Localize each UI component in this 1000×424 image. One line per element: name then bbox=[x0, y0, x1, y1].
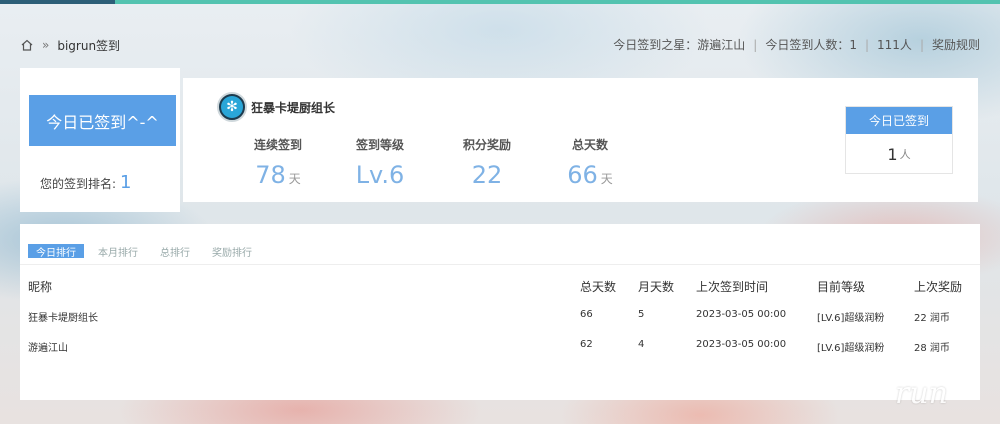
stat-label: 总天数 bbox=[571, 138, 608, 152]
home-icon[interactable] bbox=[20, 38, 34, 52]
column-header: 上次奖励 bbox=[914, 280, 963, 294]
breadcrumb: » bigrun签到 bbox=[20, 36, 120, 54]
user-stats-card: ✻ 狂暴卡堤厨组长 连续签到 78 天 签到等级 Lv.6 积分奖励 22 总天数… bbox=[183, 78, 978, 202]
cell-last-time: 2023-03-05 00:00 bbox=[696, 309, 787, 320]
cell-nickname[interactable]: 狂暴卡堤厨组长 bbox=[28, 309, 98, 324]
column-header: 昵称 bbox=[28, 280, 53, 294]
reward-rules-link[interactable]: 奖励规则 bbox=[932, 36, 980, 53]
tab-total[interactable]: 总排行 bbox=[152, 244, 198, 259]
cell-month-days: 5 bbox=[638, 309, 645, 320]
cell-last-time: 2023-03-05 00:00 bbox=[696, 339, 787, 350]
cell-level: [LV.6]超级润粉 bbox=[817, 313, 885, 324]
signed-today-button[interactable]: 今日已签到^-^ bbox=[29, 95, 176, 146]
top-links: 今日签到之星：游遍江山 | 今日签到人数：1 | 111人 | 奖励规则 bbox=[613, 36, 980, 53]
cell-level: [LV.6]超级润粉 bbox=[817, 343, 885, 354]
stat-label: 积分奖励 bbox=[462, 138, 511, 152]
breadcrumb-current[interactable]: bigrun签到 bbox=[57, 37, 120, 54]
snowflake-icon: ✻ bbox=[221, 96, 243, 118]
run-logo-watermark: run bbox=[895, 376, 948, 411]
stat-value: Lv.6 bbox=[355, 161, 405, 189]
tab-today[interactable]: 今日排行 bbox=[28, 244, 84, 259]
tab-reward[interactable]: 奖励排行 bbox=[204, 244, 260, 259]
column-header: 总天数 bbox=[580, 280, 617, 294]
divider: | bbox=[753, 37, 758, 52]
cell-reward: 22 润币 bbox=[914, 313, 950, 324]
today-signed-box: 今日已签到 1人 bbox=[845, 106, 953, 174]
column-header: 目前等级 bbox=[817, 280, 866, 294]
ranking-card: 今日排行 本月排行 总排行 奖励排行 昵称 总天数 月天数 上次签到时间 目前等… bbox=[20, 224, 980, 400]
stat-streak: 连续签到 78 天 bbox=[228, 136, 328, 193]
top-accent-bar-dark bbox=[0, 0, 115, 4]
cell-reward: 28 润币 bbox=[914, 343, 950, 354]
username[interactable]: 狂暴卡堤厨组长 bbox=[251, 99, 335, 116]
stat-value: 22 bbox=[471, 161, 503, 189]
rank-line: 您的签到排名: 1 bbox=[40, 172, 132, 193]
avatar[interactable]: ✻ bbox=[217, 92, 247, 122]
sign-star-link[interactable]: 今日签到之星：游遍江山 bbox=[613, 36, 745, 53]
sign-status-card: 今日已签到^-^ 您的签到排名: 1 bbox=[20, 68, 180, 212]
column-header: 月天数 bbox=[638, 280, 675, 294]
stat-points: 积分奖励 22 bbox=[437, 136, 537, 189]
total-count-text: 111人 bbox=[877, 38, 912, 52]
user-row: ✻ 狂暴卡堤厨组长 bbox=[217, 92, 335, 122]
stat-label: 签到等级 bbox=[355, 138, 404, 152]
table-header: 昵称 总天数 月天数 上次签到时间 目前等级 上次奖励 bbox=[20, 278, 980, 294]
cell-nickname[interactable]: 游遍江山 bbox=[28, 339, 68, 354]
top-accent-bar bbox=[0, 0, 1000, 4]
stat-level: 签到等级 Lv.6 bbox=[330, 136, 430, 189]
table-row: 狂暴卡堤厨组长 66 5 2023-03-05 00:00 [LV.6]超级润粉… bbox=[20, 309, 980, 325]
stat-label: 连续签到 bbox=[253, 138, 302, 152]
tab-month[interactable]: 本月排行 bbox=[90, 244, 146, 259]
stat-total: 总天数 66 天 bbox=[540, 136, 640, 193]
divider: | bbox=[864, 37, 870, 52]
rank-value: 1 bbox=[120, 172, 132, 193]
today-signed-header: 今日已签到 bbox=[846, 107, 952, 134]
stat-value: 78 天 bbox=[255, 161, 301, 189]
today-signed-count: 1人 bbox=[887, 144, 911, 164]
table-row: 游遍江山 62 4 2023-03-05 00:00 [LV.6]超级润粉 28… bbox=[20, 339, 980, 355]
breadcrumb-separator: » bbox=[42, 38, 50, 52]
ranking-tabs: 今日排行 本月排行 总排行 奖励排行 bbox=[28, 244, 266, 259]
tab-divider bbox=[20, 264, 980, 265]
rank-label: 您的签到排名: bbox=[40, 177, 117, 191]
cell-total-days: 66 bbox=[580, 309, 593, 320]
cell-total-days: 62 bbox=[580, 339, 593, 350]
column-header: 上次签到时间 bbox=[696, 280, 769, 294]
cell-month-days: 4 bbox=[638, 339, 645, 350]
today-count-text: 今日签到人数：1 bbox=[765, 38, 857, 52]
divider: | bbox=[919, 37, 924, 52]
stat-value: 66 天 bbox=[567, 161, 613, 189]
